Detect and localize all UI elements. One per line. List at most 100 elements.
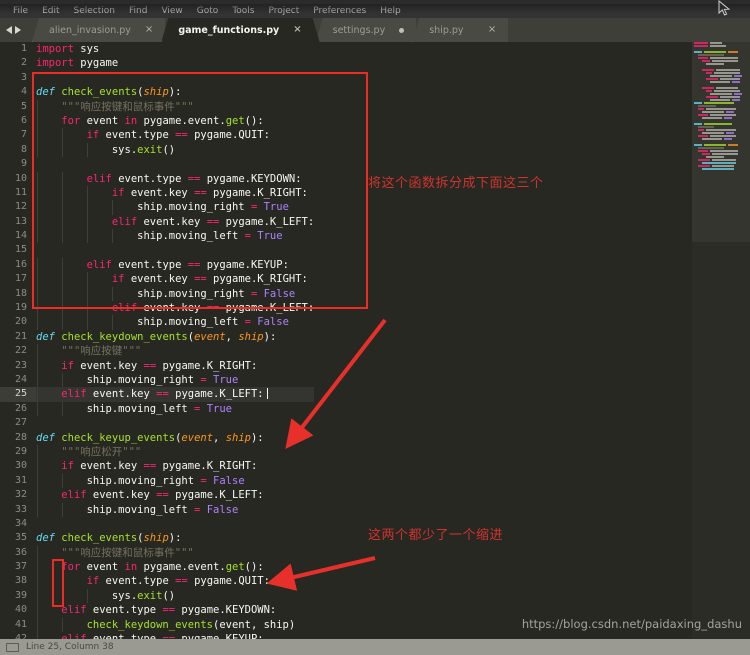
tab-next-arrow-icon[interactable] [15,26,21,34]
code-line[interactable]: 9 [0,157,314,171]
tab-alien_invasion-py[interactable]: alien_invasion.py × [32,18,166,42]
code-line[interactable]: 39 sys.exit() [0,588,314,604]
code-line[interactable]: 23 if event.key == pygame.K_RIGHT: [0,358,314,373]
code-line[interactable]: 12 ship.moving_right = True [0,200,314,215]
tab-game_functions-py[interactable]: game_functions.py × [161,18,319,42]
menu-item-edit[interactable]: Edit [35,4,66,18]
code-line-text: elif event.type == pygame.KEYDOWN: [86,172,302,185]
watermark-url: https://blog.csdn.net/paidaxing_dashu [521,617,742,631]
minimap[interactable] [692,42,750,639]
code-editor[interactable]: 1 import sys 2 import pygame 3 4 def check_eve… [0,42,750,639]
line-number: 9 [20,158,27,170]
code-line[interactable]: 28 def check_keyup_events(event, ship): [0,431,314,445]
minimap-token [728,51,738,53]
tab-label: game_functions.py [178,24,280,36]
minimap-token [698,126,714,128]
code-line[interactable]: 34 [0,517,314,531]
code-line[interactable]: 22 """响应按键""" [0,344,314,359]
code-line[interactable]: 35 def check_events(ship): [0,531,314,545]
menu-item-file[interactable]: File [6,4,35,18]
tab-label: settings.py [332,24,386,36]
code-line[interactable]: 38 if event.type == pygame.QUIT: [0,574,314,589]
code-line[interactable]: 18 ship.moving_right = False [0,286,314,302]
tab-ship-py[interactable]: ship.py × [412,18,509,42]
code-line[interactable]: 6 for event in pygame.event.get(): [0,113,314,129]
indent-guide [36,560,38,575]
line-number: 2 [20,57,27,69]
line-number: 17 [14,273,27,285]
code-line-text: ship.moving_left = False [86,503,239,516]
code-line[interactable]: 26 ship.moving_left = True [0,401,314,417]
code-line[interactable]: 24 ship.moving_right = True [0,372,314,388]
line-number: 32 [14,489,27,501]
code-line[interactable]: 37 for event in pygame.event.get(): [0,560,314,575]
tab-nav-controls[interactable] [6,18,21,42]
code-line[interactable]: 14 ship.moving_left = True [0,229,314,244]
tab-modified-dot-icon [385,27,405,33]
line-number: 30 [14,460,27,472]
code-line[interactable]: 31 ship.moving_right = False [0,473,314,489]
tab-close-icon[interactable]: × [131,25,153,35]
menu-item-help[interactable]: Help [373,4,408,18]
code-line[interactable]: 40 elif event.type == pygame.KEYDOWN: [0,603,314,618]
minimap-token [712,165,734,167]
code-line[interactable]: 42 elif event.type == pygame.KEYUP: [0,632,314,639]
indent-guide [36,185,38,201]
minimap-token [726,132,734,134]
code-line[interactable]: 8 sys.exit() [0,142,314,158]
code-line[interactable]: 16 elif event.type == pygame.KEYUP: [0,257,314,273]
code-line-text: check_keydown_events(event, ship) [86,618,296,631]
minimap-token [706,78,718,80]
menu-item-tools[interactable]: Tools [225,4,261,18]
minimap-token [710,57,738,59]
minimap-token [732,81,740,83]
code-line[interactable]: 30 if event.key == pygame.K_RIGHT: [0,459,314,474]
code-line[interactable]: 4 def check_events(ship): [0,85,314,99]
code-line[interactable]: 1 import sys [0,42,314,56]
code-line[interactable]: 15 [0,243,314,257]
menu-item-goto[interactable]: Goto [190,4,226,18]
indent-guide [36,142,38,158]
code-line[interactable]: 33 ship.moving_left = False [0,502,314,517]
code-line[interactable]: 11 if event.key == pygame.K_RIGHT: [0,185,314,201]
tab-close-icon[interactable]: × [279,25,301,35]
minimap-token [694,102,702,104]
code-line[interactable]: 32 elif event.key == pygame.K_LEFT: [0,488,314,503]
tab-prev-arrow-icon[interactable] [6,26,12,34]
minimap-token [698,105,716,107]
code-line[interactable]: 36 """响应按键和鼠标事件""" [0,545,314,561]
panel-toggle-icon[interactable] [6,642,19,652]
minimap-token [704,102,734,104]
menu-item-view[interactable]: View [154,4,189,18]
code-line[interactable]: 5 """响应按键和鼠标事件""" [0,99,314,114]
code-line[interactable]: 41 check_keydown_events(event, ship) [0,617,314,633]
code-line[interactable]: 27 [0,416,314,430]
code-line[interactable]: 20 ship.moving_left = False [0,315,314,330]
menu-item-find[interactable]: Find [122,4,154,18]
indent-guide [36,473,38,489]
line-number: 19 [14,302,27,314]
code-line[interactable]: 25 elif event.key == pygame.K_LEFT: [0,387,315,402]
tab-settings-py[interactable]: settings.py [315,18,417,42]
menu-item-project[interactable]: Project [261,4,306,18]
line-number: 3 [20,71,27,83]
code-line[interactable]: 21 def check_keydown_events(event, ship): [0,330,314,344]
code-line[interactable]: 19 elif event.key == pygame.K_LEFT: [0,301,314,316]
minimap-token [710,93,732,95]
menu-item-selection[interactable]: Selection [67,4,122,18]
minimap-token [704,144,726,146]
indent-guide [36,286,38,302]
menu-item-preferences[interactable]: Preferences [306,4,373,18]
code-line[interactable]: 17 if event.key == pygame.K_RIGHT: [0,272,314,287]
code-line[interactable]: 29 """响应松开""" [0,444,314,460]
code-line[interactable]: 13 elif event.key == pygame.K_LEFT: [0,214,314,230]
code-line[interactable]: 7 if event.type == pygame.QUIT: [0,128,314,143]
code-line[interactable]: 10 elif event.type == pygame.KEYDOWN: [0,171,314,186]
status-bar-position: Line 25, Column 38 [26,642,114,652]
code-line-text [36,416,314,430]
tab-close-icon[interactable]: × [474,25,496,35]
code-line[interactable]: 2 import pygame [0,56,314,70]
code-line-text: ship.moving_left = True [137,230,283,243]
code-line[interactable]: 3 [0,71,314,85]
line-number: 36 [14,546,27,558]
